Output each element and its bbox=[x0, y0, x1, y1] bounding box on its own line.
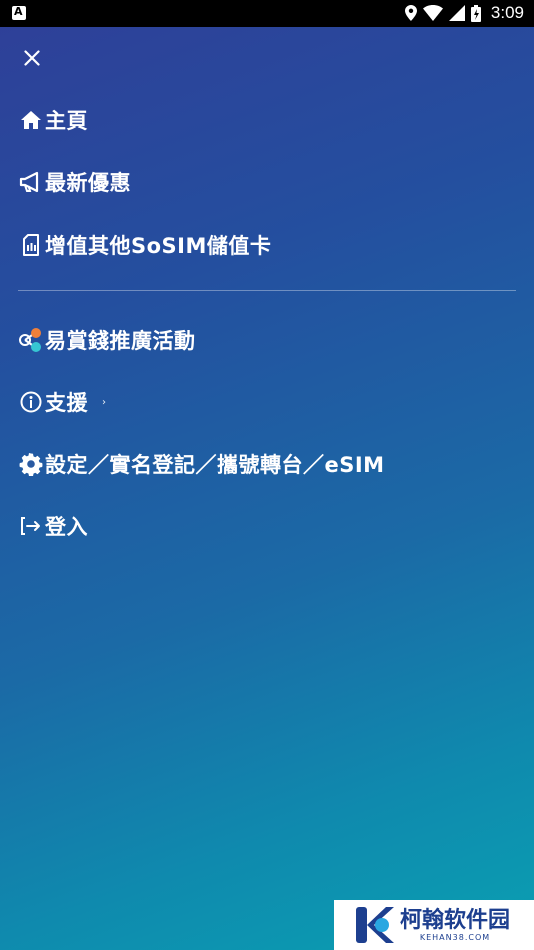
menu-item-support[interactable]: 支援 › bbox=[18, 382, 106, 422]
status-icons: 3:09 bbox=[404, 3, 524, 23]
home-icon bbox=[18, 107, 44, 133]
info-icon bbox=[18, 389, 44, 415]
battery-icon bbox=[470, 4, 481, 22]
watermark-title: 柯翰软件园 bbox=[400, 907, 511, 933]
site-watermark: 柯翰软件园 KEHAN38.COM bbox=[334, 900, 534, 950]
menu-item-login[interactable]: 登入 bbox=[18, 506, 88, 546]
megaphone-icon bbox=[18, 169, 44, 195]
watermark-logo bbox=[356, 907, 394, 943]
menu-item-home[interactable]: 主頁 bbox=[18, 100, 88, 140]
watermark-subtitle: KEHAN38.COM bbox=[419, 932, 491, 942]
sign-in-icon bbox=[18, 513, 44, 539]
menu-item-label: 增值其他SoSIM儲值卡 bbox=[45, 234, 272, 258]
menu-item-label: 易賞錢推廣活動 bbox=[45, 329, 196, 353]
location-icon bbox=[404, 5, 417, 21]
gear-icon bbox=[18, 451, 44, 477]
status-bar: A 3:09 bbox=[0, 0, 534, 27]
clock-time: 3:09 bbox=[490, 3, 524, 22]
notification-app-icon: A bbox=[12, 5, 26, 20]
menu-item-label: 登入 bbox=[45, 515, 88, 539]
chevron-right-icon: › bbox=[102, 396, 106, 408]
wifi-icon bbox=[422, 5, 443, 21]
close-menu-button[interactable] bbox=[18, 44, 46, 72]
menu-item-latest-offers[interactable]: 最新優惠 bbox=[18, 162, 131, 202]
menu-item-label: 最新優惠 bbox=[45, 171, 131, 195]
menu-divider bbox=[18, 290, 516, 291]
menu-item-topup-sosim[interactable]: 增值其他SoSIM儲值卡 bbox=[18, 225, 271, 265]
sim-card-icon bbox=[18, 232, 44, 258]
close-icon bbox=[24, 50, 40, 66]
menu-item-settings[interactable]: 設定／實名登記／攜號轉台／eSIM bbox=[18, 444, 385, 484]
menu-item-reward-promo[interactable]: 易賞錢推廣活動 bbox=[18, 320, 196, 360]
menu-item-label: 主頁 bbox=[45, 109, 88, 133]
share-nodes-icon bbox=[18, 327, 44, 353]
menu-item-label: 支援 bbox=[45, 391, 88, 415]
signal-icon bbox=[448, 5, 465, 21]
menu-item-label: 設定／實名登記／攜號轉台／eSIM bbox=[45, 453, 385, 477]
